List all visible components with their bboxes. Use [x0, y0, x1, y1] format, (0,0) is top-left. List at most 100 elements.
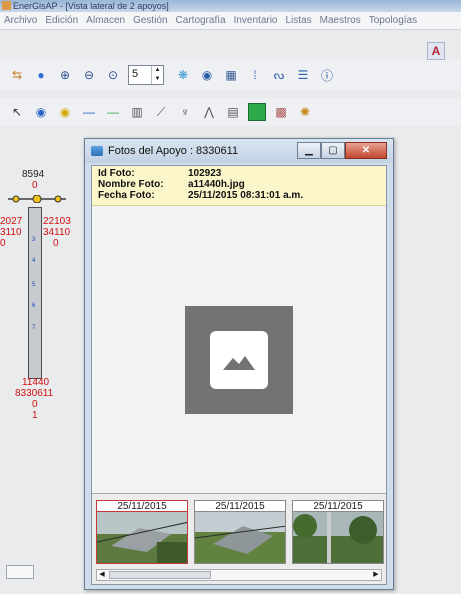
- id-foto-label: Id Foto:: [98, 168, 135, 179]
- map-icon[interactable]: ▩: [272, 103, 290, 121]
- menu-maestros[interactable]: Maestros: [316, 15, 365, 26]
- pole-mark-3: 3: [32, 237, 36, 243]
- fecha-foto-value: 25/11/2015 08:31:01 a.m.: [188, 190, 304, 201]
- thumbnail-1-photo: [96, 512, 188, 564]
- pole-left-value-2: 3110: [0, 227, 22, 238]
- pole-crossarm: [8, 194, 66, 204]
- fecha-foto-label: Fecha Foto:: [98, 190, 155, 201]
- minimize-icon: ▁: [305, 145, 313, 156]
- thumbnail-strip: 25/11/2015 25/11/2015 25/11/2015 ◀ ▶: [92, 494, 386, 584]
- pole-right-value-2: 34110: [43, 227, 71, 238]
- toolbar-secondary: ↖ ◉ ◉ — — ▥ ⟋ ♆ ⋀ ▤ ▩ ✺: [0, 98, 461, 126]
- zoom-out-icon[interactable]: ⊖: [80, 66, 98, 84]
- layers-icon[interactable]: ❋: [174, 66, 192, 84]
- connect-icon[interactable]: ⇆: [8, 66, 26, 84]
- thumbnail-2[interactable]: 25/11/2015: [194, 500, 286, 564]
- panel-icon[interactable]: ▤: [224, 103, 242, 121]
- grid-tool-icon[interactable]: A: [427, 42, 445, 60]
- pole-right-value-1: 22103: [43, 216, 71, 227]
- nombre-foto-label: Nombre Foto:: [98, 179, 164, 190]
- calendar-icon[interactable]: ▥: [128, 103, 146, 121]
- thumbnail-3-photo: [292, 512, 384, 564]
- thumbnail-3-date: 25/11/2015: [292, 500, 384, 512]
- blue-node-icon[interactable]: ◉: [32, 103, 50, 121]
- thumbnail-2-date: 25/11/2015: [194, 500, 286, 512]
- transformer-icon[interactable]: ♆: [176, 103, 194, 121]
- zoom-in-icon[interactable]: ⊕: [56, 66, 74, 84]
- image-placeholder: [185, 306, 293, 414]
- scroll-left-icon[interactable]: ◀: [97, 570, 107, 580]
- photos-dialog: Fotos del Apoyo : 8330611 ▁ ▢ ✕ Id Foto:…: [84, 138, 394, 590]
- route-icon[interactable]: ᔓ: [270, 66, 288, 84]
- switch-icon[interactable]: ⟋: [152, 103, 170, 121]
- scroll-right-icon[interactable]: ▶: [371, 570, 381, 580]
- pointer-icon[interactable]: ↖: [8, 103, 26, 121]
- dialog-body: Id Foto: 102923 Nombre Foto: a11440h.jpg…: [91, 165, 387, 585]
- stepper-down-icon[interactable]: ▼: [152, 75, 163, 84]
- menu-gestion[interactable]: Gestión: [129, 15, 171, 26]
- pole-info-icon[interactable]: ⁞: [246, 66, 264, 84]
- thumbnail-scrollbar[interactable]: ◀ ▶: [96, 569, 382, 581]
- pole-bottom-value-2: 8330611: [15, 388, 54, 399]
- menu-edicion[interactable]: Edición: [41, 15, 82, 26]
- thumbnail-3[interactable]: 25/11/2015: [292, 500, 384, 564]
- pole-mark-6: 6: [32, 303, 36, 309]
- menu-topologias[interactable]: Topologías: [365, 15, 421, 26]
- maximize-button[interactable]: ▢: [321, 142, 345, 159]
- pole-left-value-1: 2027: [0, 216, 23, 227]
- app-title: EnerGisAP - [Vista lateral de 2 apoyos]: [13, 1, 169, 11]
- list-icon[interactable]: ☰: [294, 66, 312, 84]
- table-icon[interactable]: ▦: [222, 66, 240, 84]
- app-title-bar: EnerGisAP - [Vista lateral de 2 apoyos]: [0, 0, 461, 12]
- yellow-node-icon[interactable]: ◉: [56, 103, 74, 121]
- pole-bottom-value-1: 11440: [22, 377, 50, 388]
- pole-bottom-value-3: 0: [32, 399, 38, 410]
- photo-preview: [92, 206, 386, 494]
- pole-left-value-3: 0: [0, 238, 6, 249]
- zoom-stepper[interactable]: 5 ▲ ▼: [128, 65, 164, 85]
- maximize-icon: ▢: [328, 145, 338, 156]
- pole-top-zero: 0: [32, 180, 38, 191]
- close-button[interactable]: ✕: [345, 142, 387, 159]
- thumbnail-1-date: 25/11/2015: [96, 500, 188, 512]
- menu-archivo[interactable]: Archivo: [0, 15, 41, 26]
- stepper-up-icon[interactable]: ▲: [152, 66, 163, 75]
- image-placeholder-icon: [210, 331, 268, 389]
- globe-icon[interactable]: ●: [32, 66, 50, 84]
- dialog-title-bar[interactable]: Fotos del Apoyo : 8330611 ▁ ▢ ✕: [85, 139, 393, 163]
- menu-almacen[interactable]: Almacen: [82, 15, 129, 26]
- menu-listas[interactable]: Listas: [282, 15, 316, 26]
- pole-diagram: 8594 0 2027 3110 0 22103 34110 0 3 4 5 6…: [0, 140, 85, 580]
- pole-mark-4: 4: [32, 258, 36, 264]
- meter-icon[interactable]: ⋀: [200, 103, 218, 121]
- green-area-icon[interactable]: [248, 103, 266, 121]
- left-panel-scroll[interactable]: [6, 565, 34, 579]
- photo-info-panel: Id Foto: 102923 Nombre Foto: a11440h.jpg…: [92, 166, 386, 206]
- menu-cartografia[interactable]: Cartografía: [172, 15, 230, 26]
- menu-bar: Archivo Edición Almacen Gestión Cartogra…: [0, 12, 461, 30]
- pole-bottom-value-4: 1: [32, 410, 38, 421]
- light-icon[interactable]: ✺: [296, 103, 314, 121]
- pole-mark-7: 7: [32, 325, 36, 331]
- toolbar-right-group: A: [427, 42, 451, 60]
- thumbnail-1[interactable]: 25/11/2015: [96, 500, 188, 564]
- dialog-app-icon: [91, 146, 103, 156]
- pole-right-value-3: 0: [53, 238, 59, 249]
- dialog-title: Fotos del Apoyo : 8330611: [108, 145, 239, 157]
- zoom-window-icon[interactable]: ⊙: [104, 66, 122, 84]
- thumbnail-2-photo: [194, 512, 286, 564]
- green-line-icon[interactable]: —: [104, 103, 122, 121]
- pole-mark-5: 5: [32, 282, 36, 288]
- blue-line-icon[interactable]: —: [80, 103, 98, 121]
- close-icon: ✕: [361, 145, 371, 156]
- pole-shaft: [28, 207, 42, 379]
- scroll-thumb[interactable]: [109, 571, 211, 579]
- window-controls: ▁ ▢ ✕: [297, 142, 387, 159]
- search-icon[interactable]: ◉: [198, 66, 216, 84]
- pole-top-number: 8594: [22, 169, 45, 180]
- zoom-value[interactable]: 5: [129, 66, 151, 84]
- info-icon[interactable]: ⓘ: [318, 66, 336, 84]
- minimize-button[interactable]: ▁: [297, 142, 321, 159]
- id-foto-value: 102923: [188, 168, 222, 179]
- menu-inventario[interactable]: Inventario: [230, 15, 282, 26]
